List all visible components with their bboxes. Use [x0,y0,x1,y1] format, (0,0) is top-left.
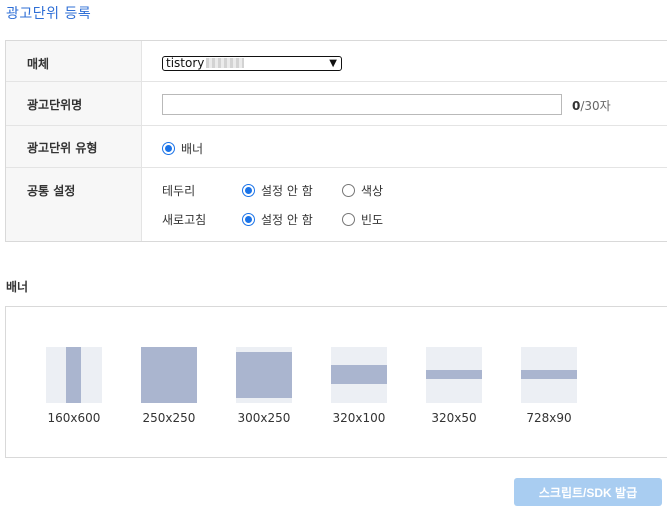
banner-320x50-icon [426,347,482,403]
media-select-value: tistory [166,56,205,70]
refresh-off-radio[interactable]: 설정 안 함 [242,211,313,228]
refresh-freq-radio[interactable]: 빈도 [342,211,383,228]
page-title: 광고단위 등록 [6,6,92,22]
banner-size-list: 160x600 250x250 300x250 320x100 320x50 7… [5,306,667,458]
char-counter: 0/30자 [572,97,611,114]
banner-option-320x100[interactable]: 320x100 [331,347,387,425]
ad-unit-form: 매체 tistory ▼ 광고단위명 0/30자 광고단위 유형 배너 공통 설… [5,40,667,242]
banner-size-label: 160x600 [47,411,101,425]
refresh-label: 새로고침 [162,213,207,227]
banner-option-250x250[interactable]: 250x250 [141,347,197,425]
border-off-radio[interactable]: 설정 안 함 [242,182,313,199]
border-label: 테두리 [162,184,196,198]
type-label: 광고단위 유형 [6,126,142,167]
row-common: 공통 설정 테두리 설정 안 함 색상 새로고침 설정 안 함 빈도 [6,168,667,241]
blurred-text [206,58,245,68]
banner-size-label: 320x100 [332,411,386,425]
row-media: 매체 tistory ▼ [6,41,667,82]
banner-size-label: 300x250 [237,411,291,425]
issue-script-sdk-button[interactable]: 스크립트/SDK 발급 [514,478,662,506]
radio-checked-icon [242,213,255,226]
name-label: 광고단위명 [6,82,142,125]
media-select[interactable]: tistory ▼ [162,56,342,71]
banner-728x90-icon [521,347,577,403]
border-color-label: 색상 [361,184,384,198]
radio-checked-icon [242,184,255,197]
border-off-label: 설정 안 함 [261,184,313,198]
banner-section-title: 배너 [6,280,29,294]
banner-160x600-icon [46,347,102,403]
banner-size-label: 728x90 [526,411,572,425]
type-banner-label: 배너 [181,142,204,156]
banner-option-320x50[interactable]: 320x50 [426,347,482,425]
row-name: 광고단위명 0/30자 [6,82,667,126]
ad-unit-name-input[interactable] [162,94,562,115]
radio-checked-icon [162,142,175,155]
border-color-radio[interactable]: 색상 [342,182,383,199]
common-label: 공통 설정 [6,168,142,241]
media-label: 매체 [6,41,142,81]
row-type: 광고단위 유형 배너 [6,126,667,168]
radio-unchecked-icon [342,184,355,197]
banner-size-label: 320x50 [431,411,477,425]
banner-option-728x90[interactable]: 728x90 [521,347,577,425]
char-count-max: /30자 [580,99,611,113]
refresh-freq-label: 빈도 [361,213,384,227]
banner-300x250-icon [236,347,292,403]
banner-size-label: 250x250 [142,411,196,425]
banner-option-160x600[interactable]: 160x600 [46,347,102,425]
chevron-down-icon: ▼ [329,58,337,69]
refresh-off-label: 설정 안 함 [261,213,313,227]
banner-option-300x250[interactable]: 300x250 [236,347,292,425]
banner-250x250-icon [141,347,197,403]
type-banner-radio[interactable]: 배너 [162,140,203,157]
radio-unchecked-icon [342,213,355,226]
banner-320x100-icon [331,347,387,403]
